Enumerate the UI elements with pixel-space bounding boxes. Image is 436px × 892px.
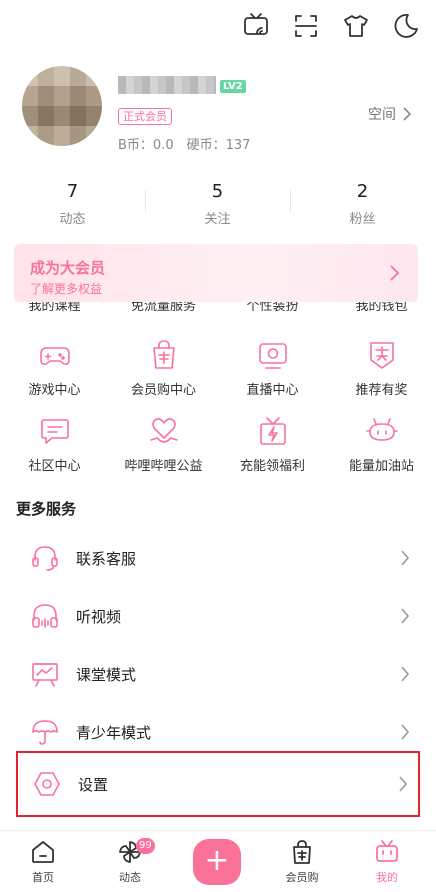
chevron-right-icon [403,107,412,121]
coins-info: B币：0.0 硬币：137 [118,138,251,153]
gift-bolt-icon [259,417,286,445]
service-row-listen-video[interactable]: 听视频 [16,588,420,644]
bilibili-tv-icon [376,840,398,862]
bottom-navigation: 首页 动态 99 + 会员购 我的 [0,830,436,892]
scan-icon[interactable] [292,12,320,40]
award-icon [369,342,394,369]
energy-station-icon [365,418,398,441]
chevron-right-icon [401,550,410,566]
service-label: 设置 [78,775,109,794]
stat-following[interactable]: 5 关注 [145,181,290,227]
stat-value: 7 [66,181,79,202]
grid-item-energy-station[interactable]: 能量加油站 [327,414,436,474]
vip-status-badge: 正式会员 [118,108,172,125]
grid-item-vip-shop[interactable]: 会员购中心 [109,338,218,398]
tab-label: 动态 [119,871,141,884]
grid-item-wallet[interactable]: 我的钱包 [327,302,436,318]
service-row-classroom-mode[interactable]: 课堂模式 [16,646,420,702]
grid-item-my-courses[interactable]: 我的课程 [0,302,109,318]
tshirt-icon[interactable] [342,12,370,40]
service-row-customer-service[interactable]: 联系客服 [16,530,420,586]
headphones-icon [32,604,58,628]
grid-item-label: 社区中心 [28,459,81,474]
service-row-settings[interactable]: 设置 [16,751,420,817]
service-label: 听视频 [76,607,122,626]
level-badge: LV2 [220,80,246,93]
moon-icon[interactable] [392,12,420,40]
stat-value: 5 [211,181,224,202]
grid-item-game-center[interactable]: 游戏中心 [0,338,109,398]
grid-item-community[interactable]: 社区中心 [0,414,109,474]
chevron-right-icon [401,666,410,682]
headset-icon [32,546,58,571]
chevron-right-icon [390,265,400,281]
grid-item-label: 推荐有奖 [355,383,408,398]
tab-label: 会员购 [285,871,319,884]
classroom-icon [32,663,58,687]
banner-subtitle: 了解更多权益 [30,282,103,296]
chevron-right-icon [401,608,410,624]
grid-item-decorations[interactable]: 个性装扮 [218,302,327,318]
chat-icon [40,419,69,444]
publish-plus-button[interactable]: + [193,839,241,885]
tv-cast-icon[interactable] [242,12,270,40]
tab-home[interactable]: 首页 [8,839,78,885]
settings-hexagon-icon [34,772,60,796]
stat-value: 2 [356,181,369,202]
tab-label: 首页 [32,871,54,884]
shopping-bag-icon [293,840,311,864]
home-icon [32,841,54,863]
grid-item-label: 会员购中心 [130,383,196,398]
chevron-right-icon [399,776,408,792]
chevron-right-icon [401,724,410,740]
shopping-bag-icon [152,340,175,369]
space-link[interactable]: 空间 [368,104,412,124]
grid-item-label: 直播中心 [246,383,299,398]
stat-label: 粉丝 [349,212,376,227]
grid-item-label: 哔哩哔哩公益 [124,459,203,474]
stat-dynamics[interactable]: 7 动态 [0,181,145,227]
section-title: 更多服务 [16,500,77,518]
tab-vip-shop[interactable]: 会员购 [267,839,337,885]
grid-item-live-center[interactable]: 直播中心 [218,338,327,398]
username-blurred [118,76,216,94]
live-tv-icon [258,343,287,369]
stat-fans[interactable]: 2 粉丝 [290,181,435,227]
gamepad-icon [39,347,70,365]
umbrella-icon [32,720,58,745]
service-label: 青少年模式 [76,723,152,742]
stat-label: 动态 [59,212,86,227]
grid-item-free-data[interactable]: 免流量服务 [109,302,218,318]
service-label: 课堂模式 [76,665,137,684]
grid-item-label: 能量加油站 [348,459,414,474]
tab-label: 我的 [376,871,398,884]
heart-hand-icon [149,418,178,443]
banner-title: 成为大会员 [30,259,106,277]
avatar[interactable] [22,66,102,146]
stat-label: 关注 [204,212,231,227]
grid-item-label: 游戏中心 [28,383,81,398]
grid-item-referral-reward[interactable]: 推荐有奖 [327,338,436,398]
grid-item-charity[interactable]: 哔哩哔哩公益 [109,414,218,474]
vip-banner[interactable]: 成为大会员 了解更多权益 [14,244,418,302]
service-label: 联系客服 [76,549,137,568]
notification-badge: 99 [136,838,155,854]
grid-item-charge-rewards[interactable]: 充能领福利 [218,414,327,474]
tab-mine[interactable]: 我的 [352,839,422,885]
grid-item-label: 充能领福利 [239,459,305,474]
space-label: 空间 [368,107,396,123]
